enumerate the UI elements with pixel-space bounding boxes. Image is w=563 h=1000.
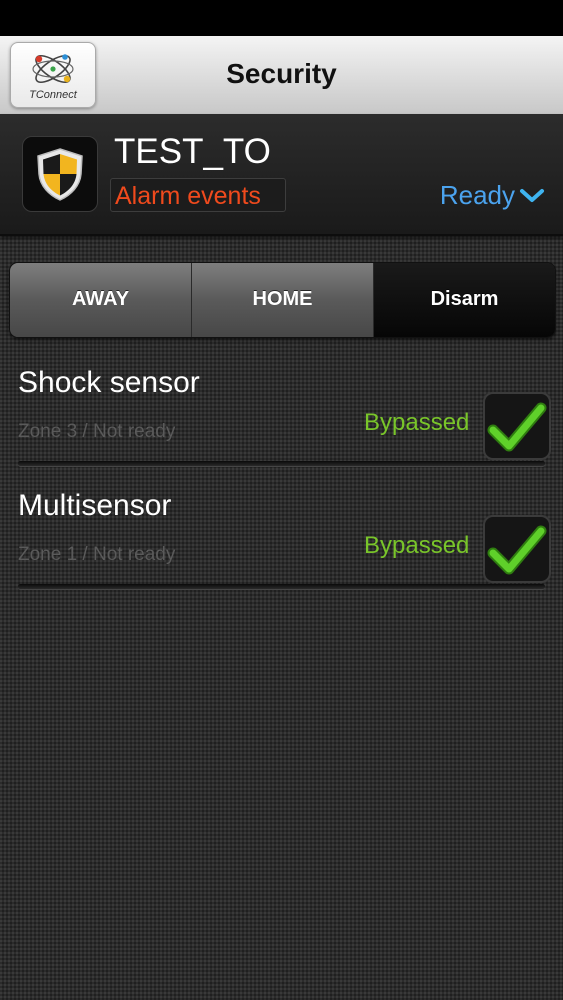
row-divider: [18, 461, 545, 466]
checkmark-icon: [487, 402, 547, 452]
row-divider: [18, 584, 545, 589]
bypass-label: Bypassed: [364, 532, 470, 559]
device-header: TEST_TO Alarm events Ready: [0, 114, 563, 236]
chevron-down-icon: [520, 188, 544, 202]
bypass-checkbox[interactable]: [483, 392, 551, 460]
shield-icon: [37, 148, 83, 201]
sensor-zone-status: Zone 3 / Not ready: [18, 421, 176, 442]
page-title: Security: [226, 58, 337, 89]
sensor-row: Shock sensor Zone 3 / Not ready Bypassed: [0, 366, 563, 486]
bypass-label: Bypassed: [364, 409, 470, 436]
device-name: TEST_TO: [114, 132, 271, 171]
away-mode-button[interactable]: AWAY: [10, 263, 192, 337]
security-shield-tile: [22, 136, 98, 212]
sensor-name: Multisensor: [18, 489, 172, 522]
sensor-name: Shock sensor: [18, 366, 200, 399]
status-label: Ready: [439, 180, 515, 210]
home-mode-button[interactable]: HOME: [192, 263, 374, 337]
arm-mode-segmented-control: AWAY HOME Disarm: [9, 262, 556, 338]
bypass-checkbox[interactable]: [483, 515, 551, 583]
checkmark-icon: [487, 525, 547, 575]
disarm-mode-button[interactable]: Disarm: [374, 263, 555, 337]
status-bar: [0, 0, 563, 36]
alarm-events-button[interactable]: Alarm events: [110, 178, 286, 212]
sensor-row: Multisensor Zone 1 / Not ready Bypassed: [0, 489, 563, 609]
sensor-zone-status: Zone 1 / Not ready: [18, 544, 176, 565]
status-dropdown[interactable]: Ready: [440, 180, 545, 211]
